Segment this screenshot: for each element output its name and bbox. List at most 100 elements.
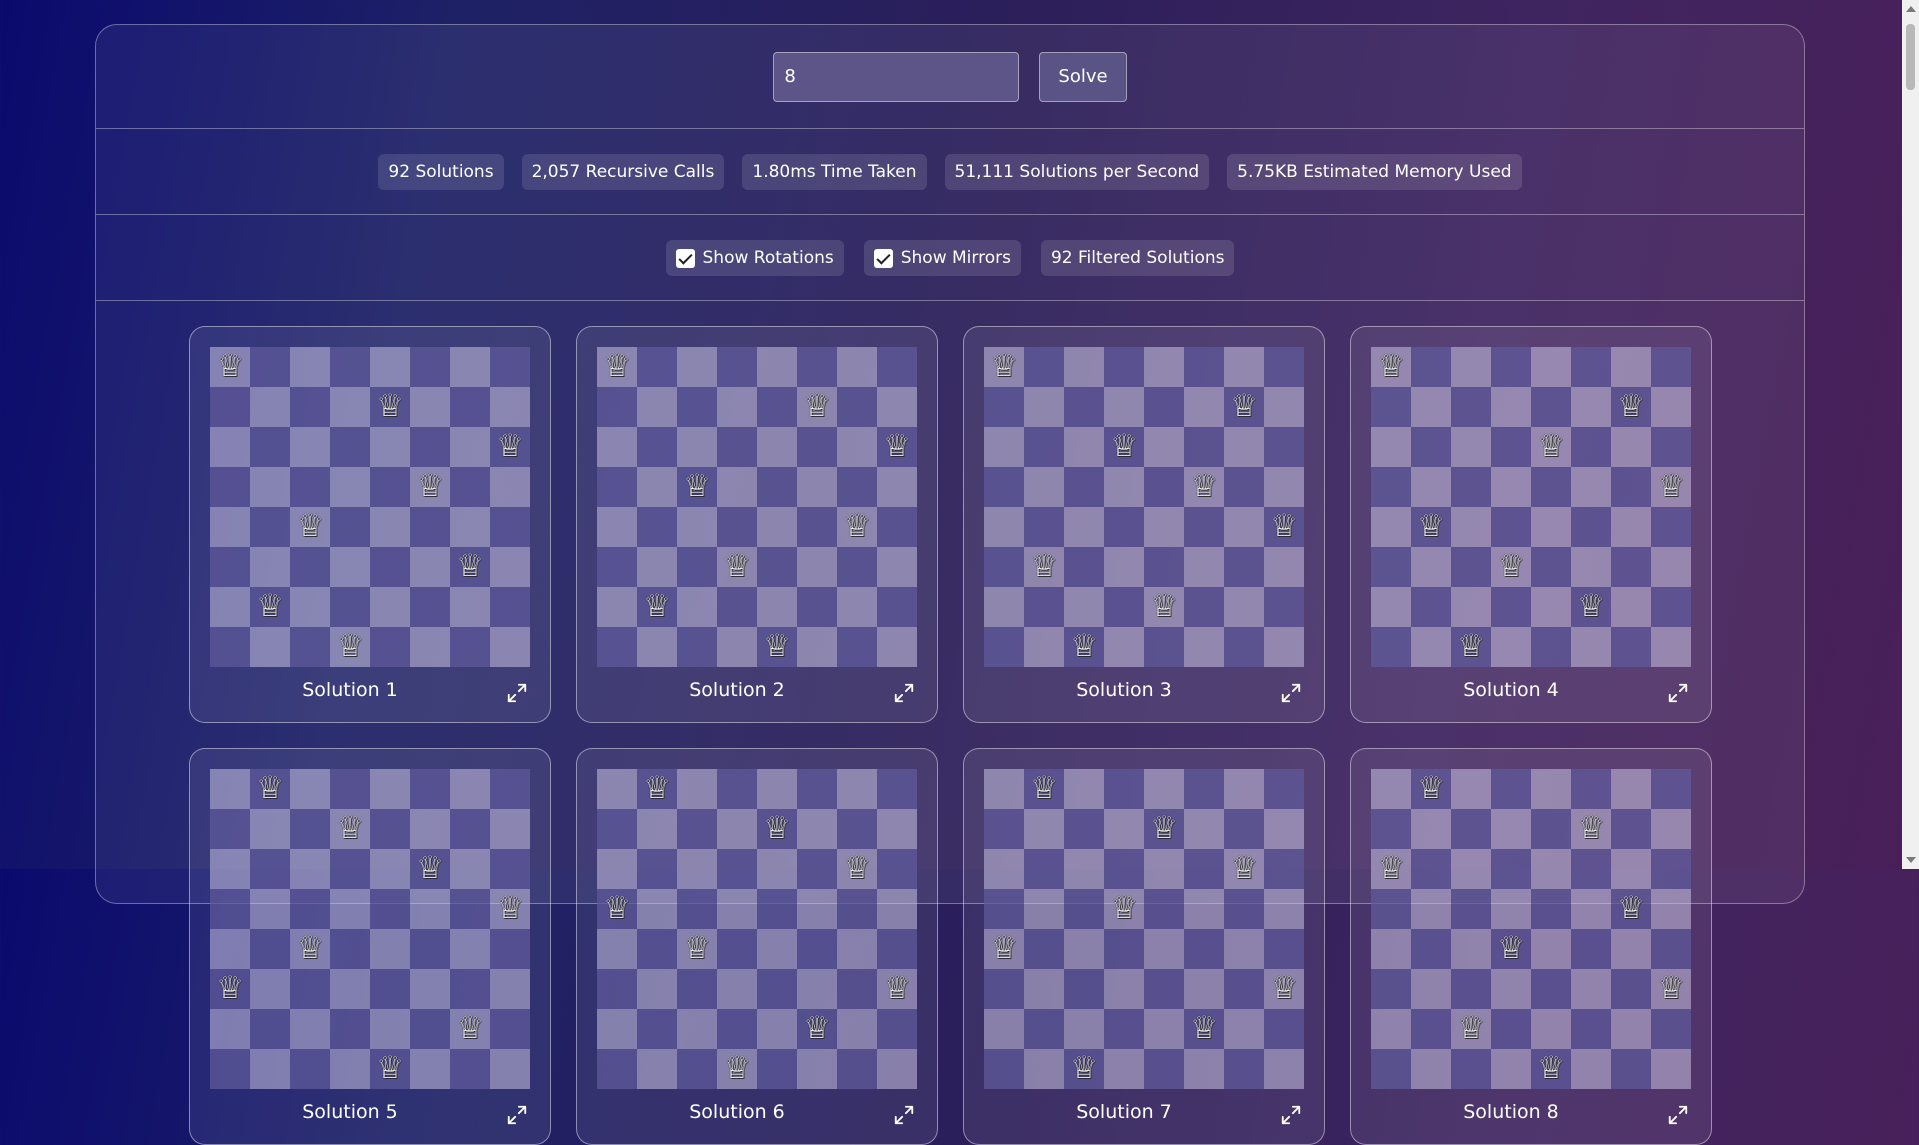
solve-button[interactable]: Solve — [1039, 51, 1127, 102]
board-square — [1571, 969, 1611, 1009]
board-square — [1531, 627, 1571, 667]
expand-icon[interactable] — [1667, 1104, 1689, 1126]
board-square — [290, 769, 330, 809]
board-square — [717, 769, 757, 809]
queen-icon: ♕ — [1577, 810, 1605, 846]
board-square — [210, 1049, 250, 1089]
board-square — [370, 889, 410, 929]
board-square — [490, 347, 530, 387]
solution-card[interactable]: ♕ ♕ ♕ ♕ ♕ ♕ ♕ ♕ Solution 1 — [189, 326, 551, 723]
board-square — [1024, 507, 1064, 547]
expand-icon[interactable] — [893, 682, 915, 704]
board-square — [1064, 769, 1104, 809]
board-square — [1451, 929, 1491, 969]
board-square — [1184, 587, 1224, 627]
queen-icon: ♕ — [1150, 588, 1178, 624]
board-square — [1184, 849, 1224, 889]
solution-card[interactable]: ♕ ♕ ♕ ♕ ♕ ♕ ♕ ♕ Solution 2 — [576, 326, 938, 723]
queen-icon: ♕ — [456, 1010, 484, 1046]
chess-board: ♕ ♕ ♕ ♕ ♕ ♕ ♕ ♕ — [597, 347, 917, 667]
board-square — [1371, 889, 1411, 929]
board-square — [837, 1009, 877, 1049]
solution-label: Solution 6 — [689, 1101, 785, 1123]
board-square — [410, 929, 450, 969]
board-square — [1611, 547, 1651, 587]
board-square — [877, 1009, 917, 1049]
board-square — [1104, 969, 1144, 1009]
board-square — [250, 627, 290, 667]
solution-card[interactable]: ♕ ♕ ♕ ♕ ♕ ♕ ♕ ♕ Solution 7 — [963, 748, 1325, 1145]
board-square — [1491, 809, 1531, 849]
board-square — [450, 929, 490, 969]
board-square — [210, 849, 250, 889]
board-square — [757, 467, 797, 507]
board-square: ♕ — [1224, 849, 1264, 889]
board-square — [290, 347, 330, 387]
expand-icon[interactable] — [1280, 1104, 1302, 1126]
board-size-input[interactable] — [773, 51, 1020, 102]
board-square — [677, 387, 717, 427]
board-square — [637, 467, 677, 507]
queen-icon: ♕ — [1497, 548, 1525, 584]
scrollbar-thumb[interactable] — [1906, 24, 1915, 90]
board-square — [450, 587, 490, 627]
scrollbar[interactable] — [1902, 0, 1919, 869]
board-square — [1531, 547, 1571, 587]
queen-icon: ♕ — [1457, 628, 1485, 664]
board-square — [250, 387, 290, 427]
board-square — [1104, 507, 1144, 547]
show-rotations-checkbox[interactable] — [675, 248, 695, 268]
board-square — [410, 889, 450, 929]
queen-icon: ♕ — [336, 810, 364, 846]
board-square: ♕ — [1371, 849, 1411, 889]
board-square — [1104, 769, 1144, 809]
board-square: ♕ — [837, 849, 877, 889]
board-square — [1571, 849, 1611, 889]
expand-icon[interactable] — [1280, 682, 1302, 704]
board-square — [1531, 849, 1571, 889]
board-square — [1264, 387, 1304, 427]
expand-icon[interactable] — [506, 1104, 528, 1126]
show-mirrors-toggle[interactable]: Show Mirrors — [863, 240, 1021, 276]
solution-card[interactable]: ♕ ♕ ♕ ♕ ♕ ♕ ♕ ♕ Solution 4 — [1350, 326, 1712, 723]
board-square — [1224, 1049, 1264, 1089]
scroll-down-arrow-icon[interactable] — [1906, 857, 1916, 863]
board-square — [1451, 889, 1491, 929]
scroll-up-arrow-icon[interactable] — [1906, 6, 1916, 12]
queen-icon: ♕ — [723, 548, 751, 584]
board-square — [1611, 347, 1651, 387]
board-square — [1651, 809, 1691, 849]
solution-card[interactable]: ♕ ♕ ♕ ♕ ♕ ♕ ♕ ♕ Solution 6 — [576, 748, 938, 1145]
show-mirrors-checkbox[interactable] — [873, 248, 893, 268]
queen-icon: ♕ — [603, 348, 631, 384]
board-square — [1144, 467, 1184, 507]
chess-board: ♕ ♕ ♕ ♕ ♕ ♕ ♕ ♕ — [210, 769, 530, 1089]
board-square — [757, 1009, 797, 1049]
board-square — [250, 1009, 290, 1049]
board-square: ♕ — [450, 1009, 490, 1049]
board-square — [1064, 427, 1104, 467]
solution-card[interactable]: ♕ ♕ ♕ ♕ ♕ ♕ ♕ ♕ Solution 5 — [189, 748, 551, 1145]
board-square — [1184, 969, 1224, 1009]
board-square: ♕ — [757, 809, 797, 849]
chess-board: ♕ ♕ ♕ ♕ ♕ ♕ ♕ ♕ — [1371, 347, 1691, 667]
expand-icon[interactable] — [506, 682, 528, 704]
board-square — [597, 467, 637, 507]
expand-icon[interactable] — [1667, 682, 1689, 704]
board-square — [250, 849, 290, 889]
board-square — [450, 769, 490, 809]
solution-card[interactable]: ♕ ♕ ♕ ♕ ♕ ♕ ♕ ♕ Solution 3 — [963, 326, 1325, 723]
board-square — [450, 849, 490, 889]
board-square — [797, 929, 837, 969]
board-square: ♕ — [717, 1049, 757, 1089]
expand-icon[interactable] — [893, 1104, 915, 1126]
board-square — [597, 507, 637, 547]
board-square — [410, 809, 450, 849]
solution-card[interactable]: ♕ ♕ ♕ ♕ ♕ ♕ ♕ ♕ Solution 8 — [1350, 748, 1712, 1145]
board-square — [757, 1049, 797, 1089]
show-rotations-toggle[interactable]: Show Rotations — [665, 240, 844, 276]
board-square — [1411, 427, 1451, 467]
board-square — [1224, 769, 1264, 809]
board-square — [637, 889, 677, 929]
solution-label: Solution 3 — [1076, 679, 1172, 701]
